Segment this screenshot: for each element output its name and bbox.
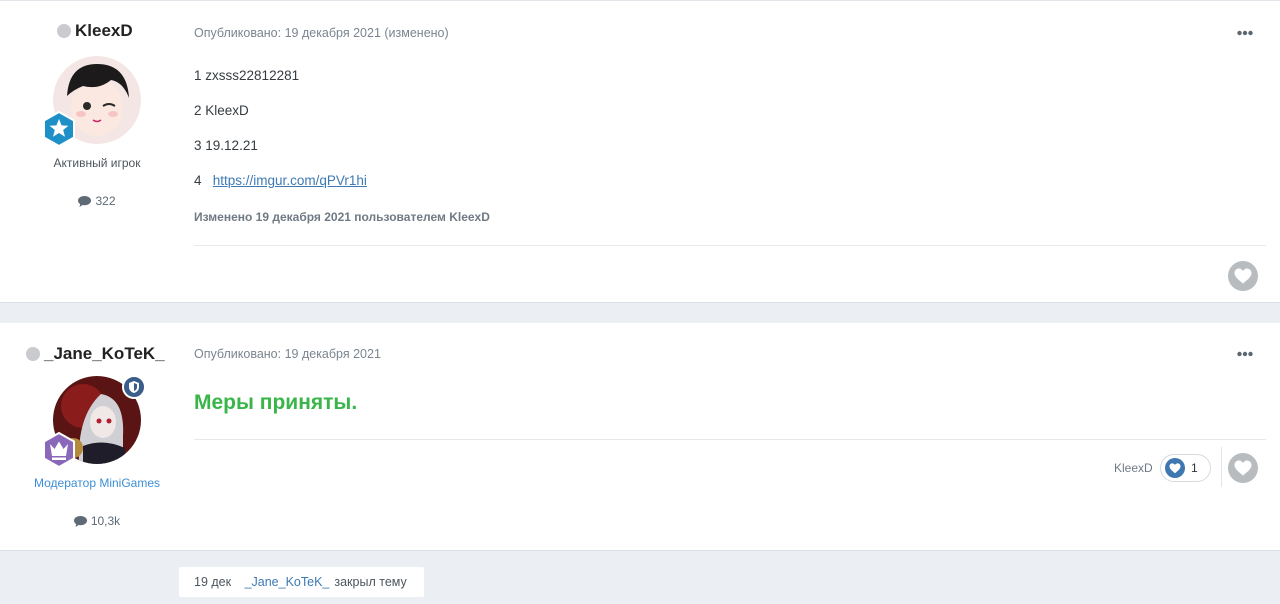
comment-icon	[73, 515, 87, 527]
post-date[interactable]: Опубликовано: 19 декабря 2021 (изменено)	[194, 26, 449, 40]
post-date[interactable]: Опубликовано: 19 декабря 2021	[194, 347, 381, 361]
crown-badge-icon	[41, 431, 77, 469]
divider	[194, 439, 1266, 440]
post-jane-kotek: _Jane_KoTeK_ Модератор MiniGames 10,3k О…	[0, 323, 1280, 551]
event-user-link[interactable]: _Jane_KoTeK_	[245, 575, 330, 589]
offline-status-icon	[57, 24, 71, 38]
author-name[interactable]: _Jane_KoTeK_	[26, 344, 165, 364]
comment-icon	[78, 195, 92, 207]
post-line-2: 2 KleexD	[194, 103, 249, 118]
reaction-pill[interactable]: 1	[1160, 454, 1211, 482]
author-group-title[interactable]: Модератор MiniGames	[0, 476, 194, 490]
heart-icon	[1234, 460, 1252, 476]
like-button[interactable]	[1228, 453, 1258, 483]
event-action: закрыл тему	[334, 575, 407, 589]
post-line-4: 4 https://imgur.com/qPVr1hi	[194, 173, 367, 188]
post-count: 322	[0, 194, 194, 208]
imgur-link[interactable]: https://imgur.com/qPVr1hi	[213, 173, 367, 188]
reaction-user[interactable]: KleexD	[1114, 461, 1153, 475]
post-kleexd: KleexD Активный игрок 322 Опубликовано: …	[0, 0, 1280, 303]
post-count: 10,3k	[0, 514, 194, 528]
heart-icon	[1165, 458, 1185, 478]
edited-note: Изменено 19 декабря 2021 пользователем K…	[194, 210, 490, 224]
shield-icon	[122, 375, 146, 399]
post-message: Меры приняты.	[194, 391, 358, 414]
post-line-3: 3 19.12.21	[194, 138, 258, 153]
offline-status-icon	[26, 347, 40, 361]
reaction-separator	[1221, 447, 1222, 487]
post-line-1: 1 zxsss22812281	[194, 68, 300, 83]
divider	[194, 245, 1266, 246]
event-date: 19 дек	[194, 575, 232, 589]
author-name[interactable]: KleexD	[57, 21, 133, 41]
heart-icon	[1234, 268, 1252, 284]
like-button[interactable]	[1228, 261, 1258, 291]
star-badge-icon	[41, 110, 77, 148]
author-group-title: Активный игрок	[53, 156, 141, 170]
ellipsis-icon[interactable]	[1237, 30, 1253, 36]
moderation-event: 19 дек _Jane_KoTeK_ закрыл тему	[179, 567, 424, 597]
ellipsis-icon[interactable]	[1237, 351, 1253, 357]
